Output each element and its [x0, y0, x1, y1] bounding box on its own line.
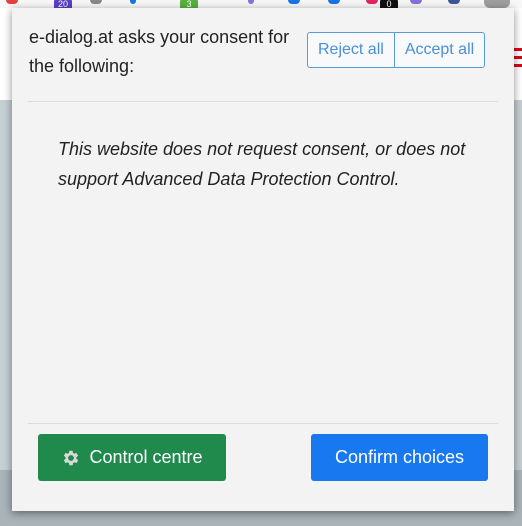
active-extension-icon[interactable] [484, 0, 510, 8]
consent-message: This website does not request consent, o… [58, 139, 466, 189]
divider [28, 423, 498, 424]
control-centre-button[interactable]: Control centre [38, 434, 226, 481]
accept-all-button[interactable]: Accept all [393, 33, 484, 67]
gear-icon [64, 450, 79, 465]
confirm-choices-button[interactable]: Confirm choices [311, 434, 488, 481]
browser-toolbar [0, 0, 522, 8]
consent-header-text: e-dialog.at asks your consent for the fo… [29, 27, 290, 76]
control-centre-label: Control centre [89, 447, 203, 467]
reject-all-button[interactable]: Reject all [308, 33, 394, 67]
divider [28, 101, 498, 102]
consent-popup: e-dialog.at asks your consent for the fo… [12, 8, 514, 511]
hamburger-menu-icon[interactable] [514, 48, 522, 72]
consent-button-group: Reject all Accept all [307, 32, 486, 68]
